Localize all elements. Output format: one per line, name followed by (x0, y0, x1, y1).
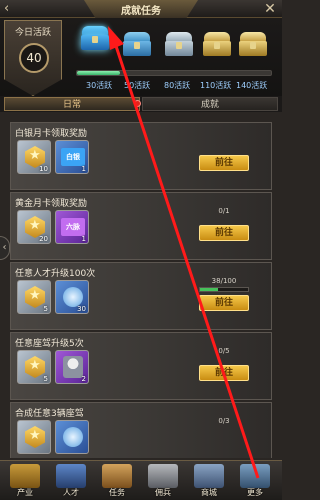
nav-task[interactable]: 任务 (96, 463, 138, 499)
activity-progress-bar (76, 70, 272, 76)
milestone-label: 110活跃 (200, 81, 232, 90)
reward-count: 5 (43, 305, 48, 313)
page-title: 成就任务 (84, 0, 198, 18)
task-row: 任意座驾升级5次 5 2 0/5 前往 (10, 332, 272, 400)
milestone-labels: 30活跃 50活跃 80活跃 110活跃 140活跃 (86, 80, 282, 92)
bottom-nav: 产业 人才 任务 佣兵 商城 更多 (0, 460, 282, 500)
reward-book-icon[interactable] (55, 420, 89, 454)
nav-label: 人才 (63, 488, 79, 497)
task-title: 任意座驾升级5次 (15, 339, 84, 349)
go-button[interactable]: 前往 (199, 155, 249, 171)
task-title: 任意人才升级100次 (15, 269, 96, 279)
nav-mercenary[interactable]: 佣兵 (142, 463, 184, 499)
go-button[interactable]: 前往 (199, 225, 249, 241)
task-progress-fill (200, 288, 219, 291)
reward-medal-icon[interactable]: 20 (17, 210, 51, 244)
task-progress-text: 0/5 (218, 347, 230, 355)
activity-panel: 今日活跃 40 30活跃 50活跃 80活跃 110活跃 140活跃 (0, 18, 282, 96)
task-row: 合成任意3辆座驾 0/3 (10, 402, 272, 458)
today-activity-badge: 今日活跃 40 (4, 20, 62, 96)
milestone-label: 140活跃 (236, 81, 268, 90)
milestone-label: 30活跃 (86, 81, 113, 90)
today-activity-value: 40 (19, 43, 49, 73)
nav-label: 任务 (109, 488, 125, 497)
task-title: 合成任意3辆座驾 (15, 409, 84, 419)
reward-count: 30 (77, 305, 86, 313)
industry-icon (10, 464, 40, 488)
nav-more[interactable]: 更多 (234, 463, 276, 499)
reward-avatar-icon[interactable]: 2 (55, 350, 89, 384)
back-arrow-icon[interactable]: ‹ (4, 2, 20, 16)
task-progress-bar (199, 287, 249, 292)
go-button[interactable]: 前往 (199, 295, 249, 311)
task-icon (102, 464, 132, 488)
reward-count: 1 (81, 235, 86, 243)
chest-icon[interactable] (238, 32, 268, 58)
close-icon[interactable]: ✕ (262, 1, 278, 17)
reward-count: 20 (39, 235, 48, 243)
task-title: 黄金月卡领取奖励 (15, 199, 88, 209)
today-activity-label: 今日活跃 (14, 28, 51, 38)
nav-shop[interactable]: 商城 (188, 463, 230, 499)
nav-label: 商城 (201, 488, 217, 497)
reward-medal-icon[interactable]: 5 (17, 280, 51, 314)
reward-book-icon[interactable]: 30 (55, 280, 89, 314)
reward-count: 10 (39, 165, 48, 173)
task-progress-text: 38/100 (211, 277, 237, 285)
task-row: 黄金月卡领取奖励 20 六脉 1 0/1 前往 (10, 192, 272, 260)
task-progress-text: 0/1 (218, 207, 230, 215)
task-list: 白银月卡领取奖励 10 白银 1 前往 黄金月卡领取奖励 20 六脉 1 0/1… (10, 114, 272, 458)
shop-icon (194, 464, 224, 488)
talent-icon (56, 464, 86, 488)
tab-daily[interactable]: 日常 (4, 97, 140, 111)
task-row: 白银月卡领取奖励 10 白银 1 前往 (10, 122, 272, 190)
chest-icon[interactable] (122, 32, 152, 58)
side-expand-handle[interactable]: ‹ (0, 236, 10, 260)
reward-gold-card-icon[interactable]: 六脉 1 (55, 210, 89, 244)
chest-icon[interactable] (202, 32, 232, 58)
milestone-label: 50活跃 (124, 81, 151, 90)
tab-bar: 日常 成就 (0, 96, 282, 112)
reward-count: 5 (43, 375, 48, 383)
activity-progress-fill (77, 71, 120, 75)
reward-medal-icon[interactable]: 10 (17, 140, 51, 174)
reward-medal-icon[interactable]: 5 (17, 350, 51, 384)
reward-medal-icon[interactable] (17, 420, 51, 454)
nav-label: 产业 (17, 488, 33, 497)
task-title: 白银月卡领取奖励 (15, 129, 88, 139)
nav-industry[interactable]: 产业 (4, 463, 46, 499)
mercenary-icon (148, 464, 178, 488)
notification-dot (134, 100, 141, 107)
chest-icon[interactable] (80, 26, 110, 52)
reward-count: 1 (81, 165, 86, 173)
nav-label: 佣兵 (155, 488, 171, 497)
go-button[interactable]: 前往 (199, 365, 249, 381)
reward-chests (78, 26, 282, 68)
nav-talent[interactable]: 人才 (50, 463, 92, 499)
card-label: 白银 (61, 148, 85, 166)
card-label: 六脉 (61, 218, 85, 236)
reward-count: 2 (81, 375, 86, 383)
tab-achievement[interactable]: 成就 (142, 97, 278, 111)
top-bar: ‹ 成就任务 ✕ (0, 0, 282, 18)
reward-silver-card-icon[interactable]: 白银 1 (55, 140, 89, 174)
nav-label: 更多 (247, 488, 263, 497)
task-progress-text: 0/3 (218, 417, 230, 425)
task-row: 任意人才升级100次 5 30 38/100 前往 (10, 262, 272, 330)
chest-icon[interactable] (164, 32, 194, 58)
more-icon (240, 464, 270, 488)
milestone-label: 80活跃 (164, 81, 191, 90)
